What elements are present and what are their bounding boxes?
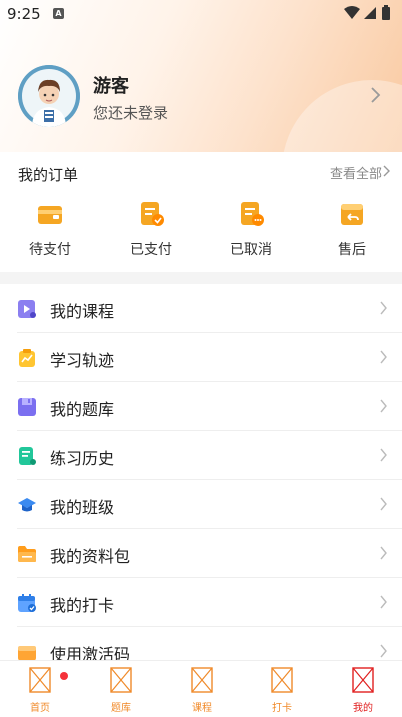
orders-title: 我的订单 [18,166,79,184]
practice-history-icon [19,447,36,465]
order-label: 售后 [338,242,366,258]
user-name: 游客 [93,76,129,97]
menu-item-activation-code[interactable]: 使用激活码 [0,627,402,660]
order-paid[interactable]: 已支付 [111,200,191,259]
menu-item-label: 我的打卡 [50,596,115,615]
order-after-sale[interactable]: 售后 [312,200,392,259]
tab-mine[interactable]: 我的 [333,667,393,714]
status-time: 9:25 [7,5,41,23]
study-track-icon [19,349,35,367]
order-cancelled[interactable]: 已取消 [211,200,291,259]
chevron-right-icon [380,546,387,560]
tab-question-bank[interactable]: 题库 [91,667,151,714]
order-label: 待支付 [29,242,71,258]
chevron-right-icon [380,497,387,511]
check-in-tab-icon [271,667,293,693]
class-graduation-cap-icon [18,498,36,512]
status-bar: 9:25 A [0,0,402,28]
cancelled-document-icon [241,202,264,226]
chevron-right-icon [380,350,387,364]
menu-item-my-class[interactable]: 我的班级 [0,480,402,529]
question-bank-tab-icon [110,667,132,693]
wallet-icon [38,206,62,224]
tab-check-in[interactable]: 打卡 [252,667,312,714]
orders-section: 我的订单 查看全部 待支付 已支付 已取消 售后 [0,152,402,272]
profile-header[interactable]: 9:25 A 游客 您还未登录 [0,0,402,152]
chevron-right-icon [380,644,387,658]
chevron-right-icon[interactable] [368,86,382,104]
tab-label: 课程 [192,703,212,714]
return-box-icon [341,204,363,225]
menu-item-label: 使用激活码 [50,645,131,660]
order-label: 已取消 [230,242,272,258]
bottom-tab-bar: 首页 题库 课程 打卡 我的 [0,660,402,717]
tab-label: 我的 [353,703,373,714]
menu-list: 我的课程 学习轨迹 我的题库 练习历史 我的班级 我的资料包 我的打卡 使用激活… [0,284,402,660]
menu-item-resource-pack[interactable]: 我的资料包 [0,529,402,578]
system-status-icons [344,5,390,20]
menu-item-label: 我的资料包 [50,547,131,566]
chevron-right-icon [380,448,387,462]
chevron-right-icon [380,595,387,609]
menu-item-label: 我的班级 [50,498,115,517]
chevron-right-icon [380,399,387,413]
courses-tab-icon [191,667,213,693]
notification-badge [60,672,68,680]
folder-icon [18,546,36,562]
avatar[interactable] [18,65,80,127]
wifi-icon [344,6,360,19]
course-icon [18,300,36,318]
login-hint[interactable]: 您还未登录 [93,102,168,123]
menu-item-my-courses[interactable]: 我的课程 [0,284,402,333]
tab-label: 题库 [111,703,131,714]
sim-notification-icon: A [53,8,64,19]
menu-item-label: 我的课程 [50,302,115,321]
battery-icon [382,7,390,20]
order-pending-payment[interactable]: 待支付 [10,200,90,259]
order-label: 已支付 [130,242,172,258]
menu-item-check-in[interactable]: 我的打卡 [0,578,402,627]
paid-document-icon [141,202,164,226]
calendar-check-icon [18,594,36,612]
tab-courses[interactable]: 课程 [172,667,232,714]
mine-tab-icon [352,667,374,693]
user-avatar-icon [18,65,80,127]
activation-code-icon [18,646,36,660]
menu-item-study-track[interactable]: 学习轨迹 [0,333,402,382]
home-tab-icon [29,667,51,693]
tab-label: 打卡 [272,703,292,714]
menu-item-label: 我的题库 [50,400,115,419]
menu-item-question-bank[interactable]: 我的题库 [0,382,402,431]
decorative-circle [282,80,402,152]
view-all-orders-link[interactable]: 查看全部 [330,163,382,182]
chevron-right-icon [380,301,387,315]
chevron-right-icon[interactable] [382,165,391,177]
menu-item-label: 学习轨迹 [50,351,115,370]
question-bank-icon [18,398,36,416]
signal-icon [364,7,376,19]
menu-item-practice-history[interactable]: 练习历史 [0,431,402,480]
menu-item-label: 练习历史 [50,449,115,468]
tab-home[interactable]: 首页 [10,667,70,714]
tab-label: 首页 [30,703,50,714]
